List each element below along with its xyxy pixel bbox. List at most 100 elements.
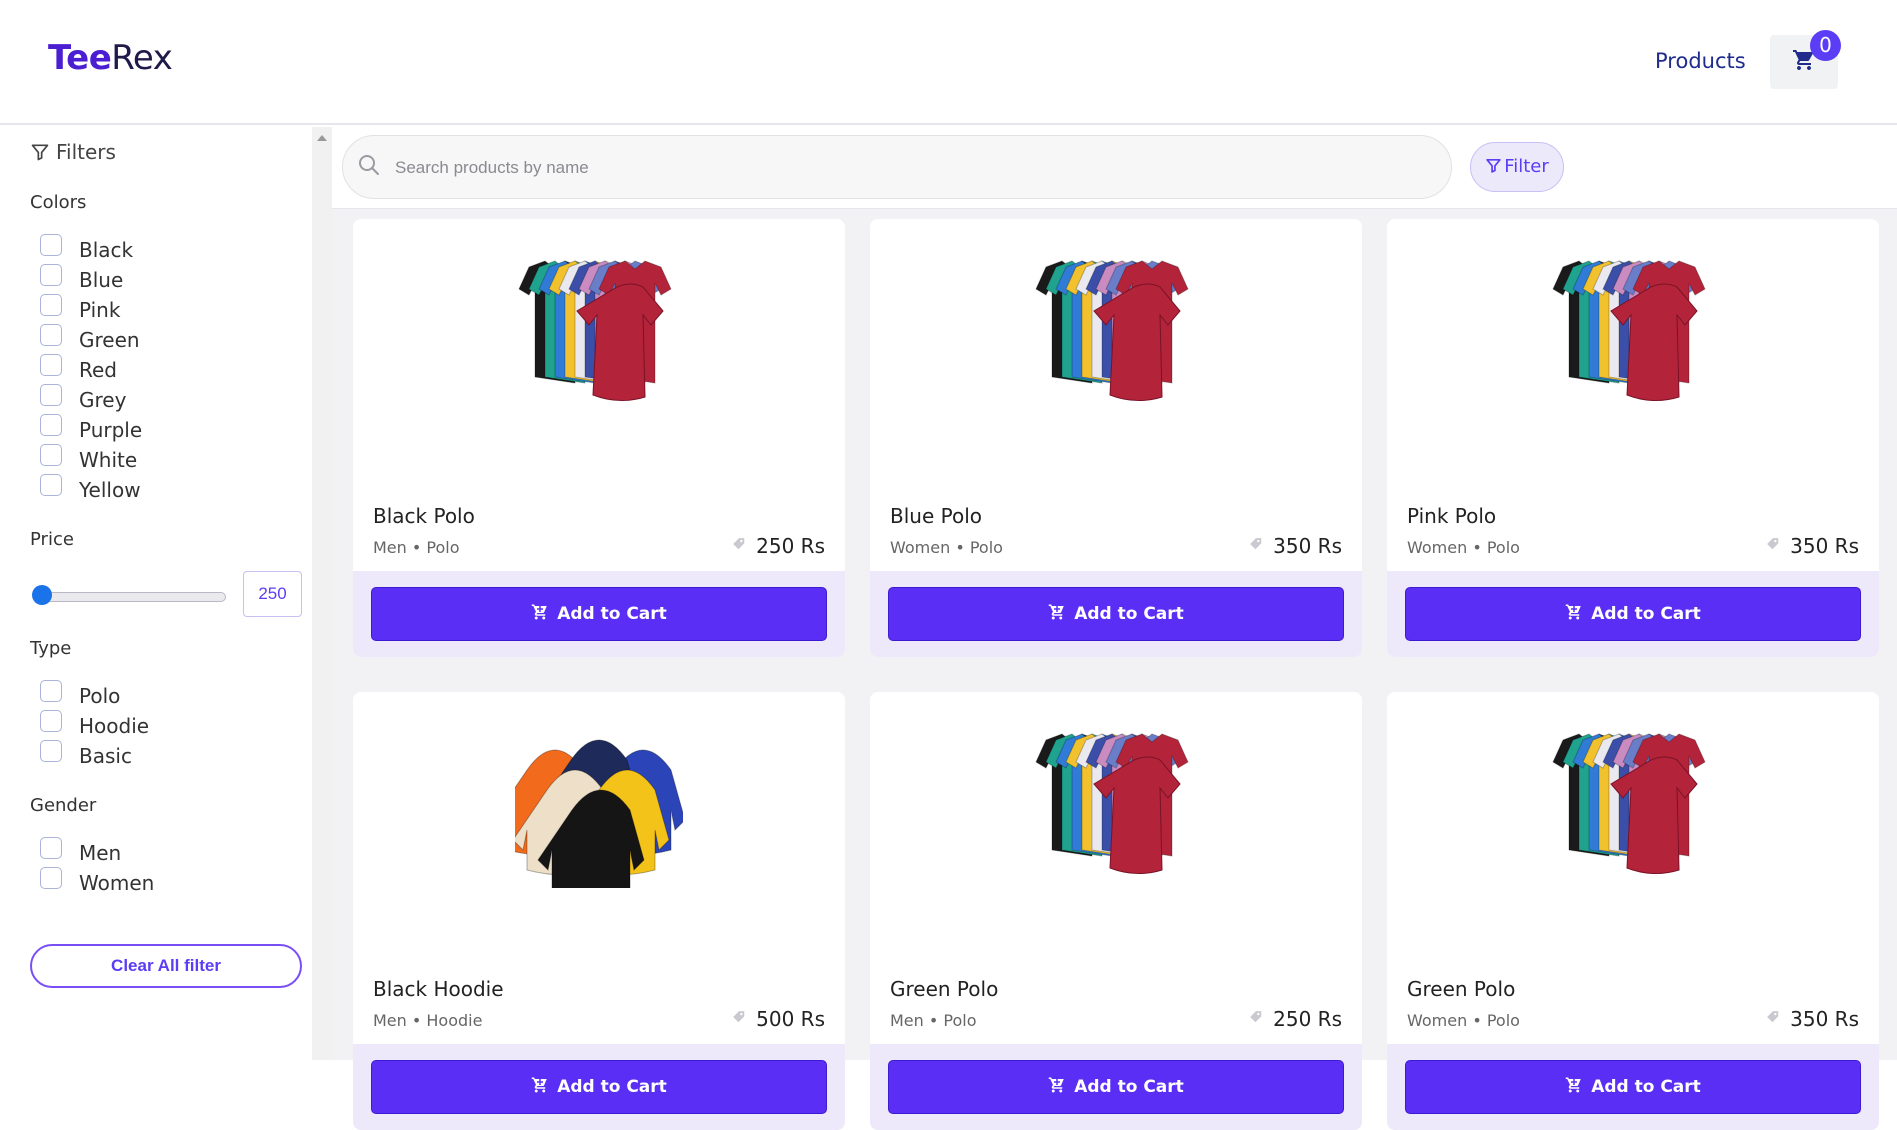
color-label: Yellow bbox=[79, 478, 141, 502]
gender-checkbox[interactable] bbox=[40, 837, 62, 859]
cart-plus-icon bbox=[1565, 604, 1581, 620]
filters-heading: Filters bbox=[30, 140, 116, 164]
polo-stack-icon bbox=[1552, 260, 1706, 401]
add-to-cart-label: Add to Cart bbox=[1074, 604, 1184, 624]
product-image[interactable] bbox=[1549, 247, 1717, 415]
color-label: Green bbox=[79, 328, 140, 352]
product-price: 250 Rs bbox=[732, 534, 825, 558]
color-checkbox[interactable] bbox=[40, 414, 62, 436]
price-slider-track[interactable] bbox=[40, 592, 226, 602]
price-value-input[interactable]: 250 bbox=[243, 571, 302, 617]
type-checkbox[interactable] bbox=[40, 710, 62, 732]
price-slider-thumb[interactable] bbox=[32, 585, 52, 605]
product-image[interactable] bbox=[492, 720, 686, 896]
color-checkbox[interactable] bbox=[40, 294, 62, 316]
product-name: Black Polo bbox=[373, 504, 475, 528]
price-tag-icon bbox=[1250, 538, 1262, 550]
polo-stack-icon bbox=[1035, 733, 1189, 874]
product-card[interactable]: Black Hoodie Men • Hoodie 500 Rs Add to Car… bbox=[353, 692, 845, 1130]
add-to-cart-label: Add to Cart bbox=[1591, 1077, 1701, 1097]
gender-label: Men bbox=[79, 841, 122, 865]
cart-plus-icon bbox=[1048, 604, 1064, 620]
product-price: 350 Rs bbox=[1249, 534, 1342, 558]
color-checkbox[interactable] bbox=[40, 324, 62, 346]
color-label: Grey bbox=[79, 388, 127, 412]
search-input[interactable] bbox=[395, 151, 1435, 185]
product-image[interactable] bbox=[515, 247, 683, 415]
product-price-value: 250 Rs bbox=[1273, 1007, 1342, 1031]
search-bar[interactable] bbox=[342, 135, 1452, 199]
color-label: Blue bbox=[79, 268, 124, 292]
product-meta: Women • Polo bbox=[1407, 538, 1520, 557]
card-footer: Add to Cart bbox=[870, 571, 1362, 657]
product-name: Green Polo bbox=[890, 977, 999, 1001]
product-image[interactable] bbox=[1549, 720, 1717, 888]
color-label: Red bbox=[79, 358, 117, 382]
color-checkbox[interactable] bbox=[40, 384, 62, 406]
price-tag-icon bbox=[1767, 538, 1779, 550]
add-to-cart-button[interactable]: Add to Cart bbox=[1405, 587, 1861, 641]
polo-stack-icon bbox=[1552, 733, 1706, 874]
price-section-title: Price bbox=[30, 529, 74, 550]
add-to-cart-button[interactable]: Add to Cart bbox=[888, 1060, 1344, 1114]
type-label: Polo bbox=[79, 684, 121, 708]
sidebar-scrollbar[interactable] bbox=[312, 127, 332, 1060]
add-to-cart-label: Add to Cart bbox=[557, 604, 667, 624]
product-card[interactable]: Pink Polo Women • Polo 350 Rs Add to Cart bbox=[1387, 219, 1879, 657]
hoodie-stack-icon bbox=[492, 739, 686, 896]
add-to-cart-label: Add to Cart bbox=[557, 1077, 667, 1097]
card-footer: Add to Cart bbox=[353, 1044, 845, 1130]
card-footer: Add to Cart bbox=[1387, 1044, 1879, 1130]
scroll-up-arrow-icon[interactable] bbox=[317, 135, 327, 141]
colors-section-title: Colors bbox=[30, 192, 87, 213]
product-name: Pink Polo bbox=[1407, 504, 1497, 528]
color-label: Black bbox=[79, 238, 134, 262]
product-card[interactable]: Green Polo Men • Polo 250 Rs Add to Cart bbox=[870, 692, 1362, 1130]
gender-checkbox[interactable] bbox=[40, 867, 62, 889]
cart-count-badge: 0 bbox=[1810, 30, 1841, 61]
add-to-cart-button[interactable]: Add to Cart bbox=[888, 587, 1344, 641]
color-checkbox[interactable] bbox=[40, 354, 62, 376]
filters-title: Filters bbox=[56, 140, 116, 164]
price-tag-icon bbox=[1250, 1011, 1262, 1023]
product-price: 350 Rs bbox=[1766, 534, 1859, 558]
color-checkbox[interactable] bbox=[40, 474, 62, 496]
product-price-value: 350 Rs bbox=[1790, 1007, 1859, 1031]
color-checkbox[interactable] bbox=[40, 444, 62, 466]
type-checkbox[interactable] bbox=[40, 740, 62, 762]
product-price: 250 Rs bbox=[1249, 1007, 1342, 1031]
polo-stack-icon bbox=[518, 260, 672, 401]
funnel-icon bbox=[31, 144, 49, 161]
product-card[interactable]: Black Polo Men • Polo 250 Rs Add to Cart bbox=[353, 219, 845, 657]
polo-stack-icon bbox=[1035, 260, 1189, 401]
product-card[interactable]: Blue Polo Women • Polo 350 Rs Add to Cart bbox=[870, 219, 1362, 657]
price-tag-icon bbox=[733, 1011, 745, 1023]
add-to-cart-label: Add to Cart bbox=[1591, 604, 1701, 624]
funnel-icon bbox=[1486, 158, 1501, 173]
color-checkbox[interactable] bbox=[40, 234, 62, 256]
price-tag-icon bbox=[1767, 1011, 1779, 1023]
nav-products-link[interactable]: Products bbox=[1655, 49, 1746, 73]
gender-section-title: Gender bbox=[30, 795, 97, 816]
color-checkbox[interactable] bbox=[40, 264, 62, 286]
product-image[interactable] bbox=[1032, 720, 1200, 888]
logo[interactable]: TeeRex bbox=[48, 38, 173, 78]
filter-button[interactable]: Filter bbox=[1470, 142, 1564, 192]
add-to-cart-button[interactable]: Add to Cart bbox=[371, 1060, 827, 1114]
color-label: Purple bbox=[79, 418, 143, 442]
filter-button-label: Filter bbox=[1504, 156, 1549, 177]
product-price: 350 Rs bbox=[1766, 1007, 1859, 1031]
product-card[interactable]: Green Polo Women • Polo 350 Rs Add to Cart bbox=[1387, 692, 1879, 1130]
gender-label: Women bbox=[79, 871, 155, 895]
cart-plus-icon bbox=[1048, 1077, 1064, 1093]
type-label: Hoodie bbox=[79, 714, 150, 738]
cart-plus-icon bbox=[531, 1077, 547, 1093]
product-price-value: 500 Rs bbox=[756, 1007, 825, 1031]
card-footer: Add to Cart bbox=[1387, 571, 1879, 657]
product-image[interactable] bbox=[1032, 247, 1200, 415]
clear-all-filter-button[interactable]: Clear All filter bbox=[30, 944, 302, 988]
cart-plus-icon bbox=[531, 604, 547, 620]
add-to-cart-button[interactable]: Add to Cart bbox=[1405, 1060, 1861, 1114]
add-to-cart-button[interactable]: Add to Cart bbox=[371, 587, 827, 641]
type-checkbox[interactable] bbox=[40, 680, 62, 702]
